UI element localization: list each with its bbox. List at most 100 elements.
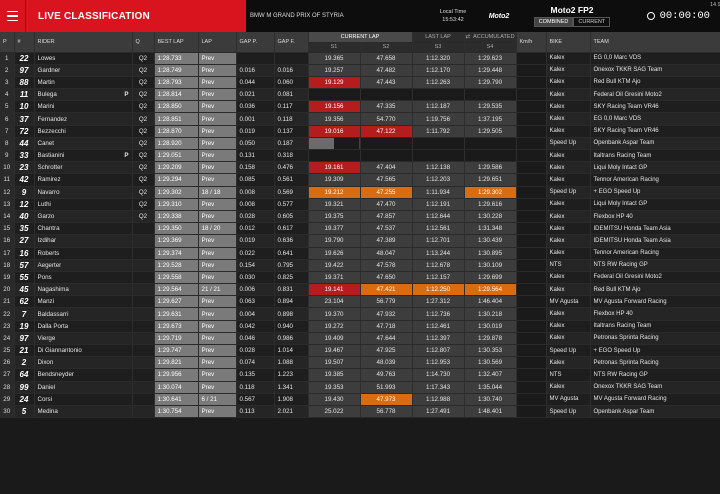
table-row[interactable]: 14 40 Garzo Q2 1:29.338 Prev 0.028 0.605 19.375 4… <box>0 210 720 224</box>
gap-prev <box>236 52 275 65</box>
team-name: EG 0,0 Marc VDS <box>590 112 720 126</box>
pos-cell: 24 <box>0 332 15 346</box>
table-row[interactable]: 18 57 Aegerter 1:29.528 Prev 0.154 0.795 19.422… <box>0 259 720 272</box>
sector-3 <box>412 137 465 151</box>
tab-combined[interactable]: COMBINED <box>533 17 574 27</box>
rider-name-text: Luthi <box>37 200 51 208</box>
sector-4: 1:30.439 <box>464 234 517 248</box>
rider-name: Dalla Porta <box>34 320 133 333</box>
table-row[interactable]: 4 11 Bulega P Q2 1:28.814 Prev 0.021 0.081 Kalex F… <box>0 88 720 102</box>
sector-3: 1:14.730 <box>412 368 465 382</box>
lap-cell: Prev <box>198 125 237 138</box>
lap-cell: Prev <box>198 368 237 382</box>
lap-cell: Prev <box>198 259 237 272</box>
best-lap: 1:29.528 <box>154 259 199 272</box>
sector-2: 47.973 <box>360 393 413 406</box>
best-lap: 1:29.673 <box>154 320 199 333</box>
top-bar: LIVE CLASSIFICATION BMW M GRAND PRIX OF … <box>0 0 720 32</box>
sector-1: 19.626 <box>308 247 361 260</box>
speed-cell <box>516 161 547 175</box>
qualifying-cell <box>132 344 155 358</box>
tab-current-lap[interactable]: CURRENT LAP <box>308 32 413 43</box>
table-row[interactable]: 17 16 Roberts 1:29.374 Prev 0.022 0.641 19.626 4… <box>0 247 720 260</box>
table-row[interactable]: 26 2 Dixon 1:29.821 Prev 0.074 1.088 19.507 48.0… <box>0 356 720 370</box>
gap-prev: 0.046 <box>236 332 275 346</box>
rider-number: 24 <box>14 393 35 406</box>
rider-name: Bendsneyder <box>34 368 133 382</box>
table-row[interactable]: 30 5 Medina 1:30.754 Prev 0.113 2.021 25.022 56.… <box>0 405 720 419</box>
pos-cell: 29 <box>0 393 15 406</box>
sector-2: 47.470 <box>360 198 413 211</box>
best-lap: 1:28.870 <box>154 125 199 138</box>
table-row[interactable]: 1 22 Lowes Q2 1:28.733 Prev 19.365 47.658 1:12.3… <box>0 52 720 65</box>
qualifying-cell: Q2 <box>132 76 155 90</box>
gap-first: 0.569 <box>274 186 309 199</box>
table-row[interactable]: 5 10 Marini Q2 1:28.850 Prev 0.036 0.117 19.156 4… <box>0 100 720 114</box>
table-row[interactable]: 3 88 Martin Q2 1:28.793 Prev 0.044 0.060 19.129 4… <box>0 76 720 90</box>
tab-last-lap[interactable]: LAST LAP <box>412 32 465 43</box>
table-row[interactable]: 13 12 Luthi Q2 1:29.310 Prev 0.008 0.577 19.321 4… <box>0 198 720 211</box>
bike-name: NTS <box>546 368 591 382</box>
col-gap-f: GAP F. <box>274 32 309 53</box>
sector-1: 19.365 <box>308 52 361 65</box>
qualifying-cell <box>132 295 155 309</box>
table-row[interactable]: 12 9 Navarro Q2 1:29.302 18 / 18 0.008 0.569 19.… <box>0 186 720 199</box>
speed-cell <box>516 259 547 272</box>
qualifying-cell <box>132 381 155 394</box>
table-row[interactable]: 27 64 Bendsneyder 1:29.956 Prev 0.135 1.223 19.… <box>0 368 720 382</box>
rider-name: Fernandez <box>34 112 133 126</box>
best-lap: 1:28.733 <box>154 52 199 65</box>
rider-name-text: Garzo <box>37 213 55 221</box>
sector-1: 25.022 <box>308 405 361 419</box>
table-row[interactable]: 2 97 Gardner Q2 1:28.749 Prev 0.016 0.016 19.257… <box>0 64 720 77</box>
table-row[interactable]: 6 37 Fernandez Q2 1:28.851 Prev 0.001 0.118 19.3… <box>0 112 720 126</box>
bike-name: Kalex <box>546 356 591 370</box>
sector-4: 1:29.505 <box>464 125 517 138</box>
table-row[interactable]: 10 23 Schrotter Q2 1:29.209 Prev 0.158 0.476 19.… <box>0 161 720 175</box>
rider-name-text: Izdihar <box>37 237 57 245</box>
table-row[interactable]: 25 21 Di Giannantonio 1:29.747 Prev 0.028 1.01… <box>0 344 720 358</box>
rider-number: 11 <box>14 88 35 102</box>
table-row[interactable]: 20 45 Nagashima 1:29.564 21 / 21 0.006 0.831 19… <box>0 283 720 297</box>
col-best-lap[interactable]: BEST LAP <box>154 32 199 53</box>
team-name: + EGO Speed Up <box>590 344 720 358</box>
gap-prev: 0.030 <box>236 271 275 285</box>
speed-cell <box>516 356 547 370</box>
col-rider[interactable]: RIDER <box>34 32 133 53</box>
gap-first: 2.021 <box>274 405 309 419</box>
qualifying-cell: Q2 <box>132 149 155 163</box>
rider-name: Di Giannantonio <box>34 344 133 358</box>
table-row[interactable]: 21 62 Manzi 1:29.627 Prev 0.063 0.894 23.104 56.… <box>0 295 720 309</box>
gap-first: 0.636 <box>274 234 309 248</box>
speed-cell <box>516 100 547 114</box>
table-row[interactable]: 28 99 Daniel 1:30.074 Prev 0.118 1.341 19.353 51… <box>0 381 720 394</box>
table-row[interactable]: 16 27 Izdihar 1:29.369 Prev 0.019 0.636 19.790 4… <box>0 234 720 248</box>
menu-button[interactable] <box>0 0 26 32</box>
tab-accumulated[interactable]: ⇄ ACCUMULATED <box>464 32 517 43</box>
sector-4: 1:30.740 <box>464 393 517 406</box>
tab-current[interactable]: CURRENT <box>573 17 611 27</box>
table-row[interactable]: 22 7 Baldassarri 1:29.631 Prev 0.004 0.898 19.3… <box>0 307 720 321</box>
team-name: Onexox TKKR SAG Team <box>590 64 720 77</box>
table-row[interactable]: 19 55 Pons 1:29.558 Prev 0.030 0.825 19.371 47.6… <box>0 271 720 285</box>
table-row[interactable]: 9 33 Bastianini P Q2 1:29.051 Prev 0.131 0.318 Ka… <box>0 149 720 163</box>
table-row[interactable]: 11 42 Ramirez Q2 1:29.294 Prev 0.085 0.561 19.30… <box>0 173 720 187</box>
best-lap: 1:28.920 <box>154 137 199 151</box>
session-tabs: COMBINED CURRENT <box>533 17 611 27</box>
table-row[interactable]: 15 35 Chantra 1:29.350 18 / 20 0.012 0.617 19.3… <box>0 222 720 236</box>
table-row[interactable]: 7 72 Bezzecchi Q2 1:28.870 Prev 0.019 0.137 19.0… <box>0 125 720 138</box>
gap-prev: 0.001 <box>236 112 275 126</box>
qualifying-cell: Q2 <box>132 186 155 199</box>
table-row[interactable]: 29 24 Corsi 1:30.641 6 / 21 0.567 1.908 19.430 4… <box>0 393 720 406</box>
pit-flag: P <box>124 152 129 160</box>
bike-name: Kalex <box>546 332 591 346</box>
table-row[interactable]: 24 97 Vierge 1:29.719 Prev 0.046 0.986 19.409 47… <box>0 332 720 346</box>
rider-number: 88 <box>14 76 35 90</box>
table-row[interactable]: 23 19 Dalla Porta 1:29.673 Prev 0.042 0.940 19.… <box>0 320 720 333</box>
sector-4: 1:29.616 <box>464 198 517 211</box>
lap-cell: 18 / 18 <box>198 186 237 199</box>
team-name: SKY Racing Team VR46 <box>590 125 720 138</box>
table-row[interactable]: 8 44 Canet Q2 1:28.920 Prev 0.050 0.187 Speed Up… <box>0 137 720 151</box>
qualifying-cell <box>132 259 155 272</box>
speed-cell <box>516 173 547 187</box>
